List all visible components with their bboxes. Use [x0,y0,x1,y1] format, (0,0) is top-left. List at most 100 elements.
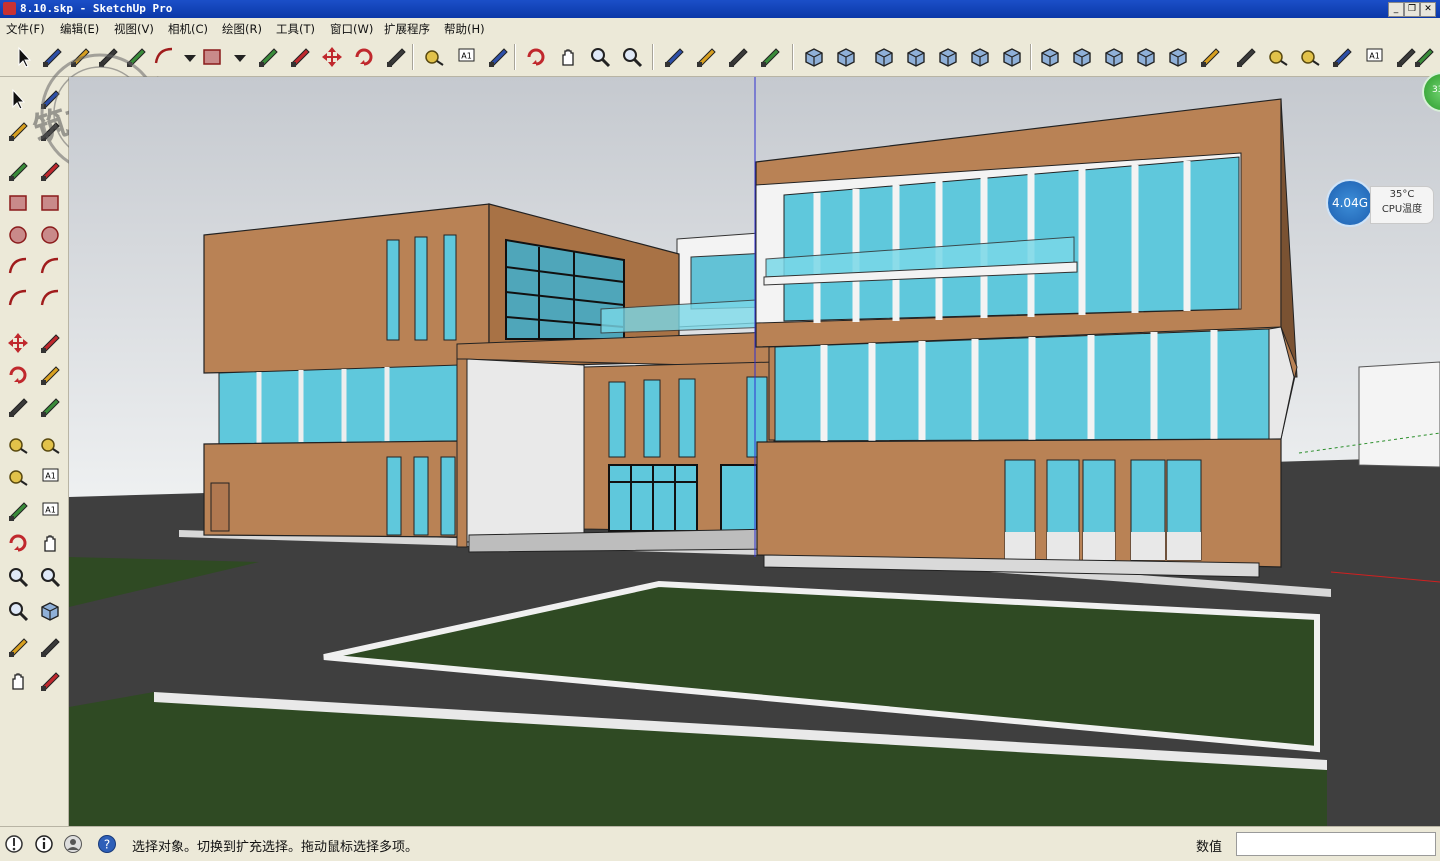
walk-icon[interactable] [4,667,32,695]
tape-measure-icon[interactable] [4,431,32,459]
orbit-icon[interactable] [522,43,550,71]
3d-text-icon[interactable]: A1 [1360,43,1388,71]
layout-icon[interactable] [756,43,784,71]
rectangle-icon[interactable] [198,43,226,71]
dimension-icon[interactable] [1264,43,1292,71]
maximize-button[interactable]: ❐ [1404,2,1420,17]
extension-icon[interactable] [692,43,720,71]
credits-icon[interactable] [34,834,54,854]
front-view-icon[interactable] [870,43,898,71]
menu-edit[interactable]: 编辑(E) [60,21,99,37]
wireframe-icon[interactable] [1036,43,1064,71]
rotate-icon[interactable] [350,43,378,71]
protractor-icon[interactable] [1296,43,1324,71]
sandbox-icon[interactable] [1196,43,1224,71]
arc-icon[interactable] [4,253,32,281]
svg-text:A1: A1 [461,52,472,61]
section-icon[interactable] [1232,43,1260,71]
menu-draw[interactable]: 绘图(R) [222,21,262,37]
zoom-extents-icon[interactable] [4,597,32,625]
previous-view-icon[interactable] [36,597,64,625]
rotated-rectangle-icon[interactable] [36,189,64,217]
iso-view-icon[interactable] [800,43,828,71]
zoom-icon[interactable] [586,43,614,71]
scale-icon[interactable] [382,43,410,71]
offset-icon[interactable] [36,393,64,421]
menu-window[interactable]: 窗口(W) [330,21,373,37]
rotate-icon[interactable] [4,361,32,389]
measurements-label: 数值 [1196,840,1223,855]
menu-camera[interactable]: 相机(C) [168,21,208,37]
system-monitor-widget[interactable]: 4.04G 35°C CPU温度 [1326,179,1436,227]
text-icon[interactable]: A1 [36,463,64,491]
entrance-wall [466,358,585,543]
follow-me-icon[interactable] [36,361,64,389]
pie-icon[interactable] [36,253,64,281]
hidden-line-icon[interactable] [1068,43,1096,71]
toolbar-separator [412,44,414,70]
text-icon[interactable]: A1 [452,43,480,71]
left-view-icon[interactable] [966,43,994,71]
position-camera-icon[interactable] [4,633,32,661]
menu-bar: 文件(F) 编辑(E) 视图(V) 相机(C) 绘图(R) 工具(T) 窗口(W… [0,18,1440,39]
shaded-texture-icon[interactable] [1132,43,1160,71]
menu-extensions[interactable]: 扩展程序 [384,21,430,37]
push-pull-icon[interactable] [36,329,64,357]
pan-icon[interactable] [554,43,582,71]
menu-tools[interactable]: 工具(T) [276,21,315,37]
polygon-icon[interactable] [36,221,64,249]
model-scene[interactable] [69,77,1440,826]
status-bar: ? 选择对象。切换到扩充选择。拖动鼠标选择多项。 数值 [0,826,1440,861]
shaded-icon[interactable] [1100,43,1128,71]
menu-view[interactable]: 视图(V) [114,21,154,37]
section-plane-icon[interactable] [36,667,64,695]
top-view-icon[interactable] [832,43,860,71]
help-icon[interactable]: ? [97,834,117,854]
cpu-temp: 35°C [1389,189,1415,200]
back-view-icon[interactable] [934,43,962,71]
3d-text-icon[interactable]: A1 [36,497,64,525]
move-icon[interactable] [318,43,346,71]
middle-glazing [774,328,1270,442]
rectangle-icon[interactable] [4,189,32,217]
right-view-icon[interactable] [902,43,930,71]
zoom-window-icon[interactable] [36,563,64,591]
geolocation-icon[interactable] [4,834,24,854]
axes-icon[interactable] [1328,43,1356,71]
tool-b-icon[interactable] [1410,43,1438,71]
move-icon[interactable] [4,329,32,357]
protractor-icon[interactable] [4,463,32,491]
close-button[interactable]: ✕ [1420,2,1436,17]
monochrome-icon[interactable] [1164,43,1192,71]
scale-icon[interactable] [4,393,32,421]
2pt-arc-icon[interactable] [36,285,64,313]
user-account-icon[interactable] [63,834,83,854]
push-pull-icon[interactable] [254,43,282,71]
tape-measure-icon[interactable] [420,43,448,71]
main-toolbar: A1 A1 [0,38,1440,77]
ruby-icon[interactable] [724,43,752,71]
warehouse-icon[interactable] [660,43,688,71]
dimension-icon[interactable] [36,431,64,459]
zoom-icon[interactable] [4,563,32,591]
look-around-icon[interactable] [36,633,64,661]
paint-bucket-icon[interactable] [484,43,512,71]
sketchup-app-icon[interactable] [3,2,16,15]
measurements-input[interactable] [1236,832,1436,856]
xray-icon[interactable] [998,43,1026,71]
menu-file[interactable]: 文件(F) [6,21,45,37]
zoom-extents-icon[interactable] [618,43,646,71]
minimize-button[interactable]: _ [1388,2,1404,17]
dropdown-icon[interactable] [226,43,254,71]
axes-icon[interactable] [4,497,32,525]
pan-icon[interactable] [36,529,64,557]
left-glass-band [218,364,460,445]
toolbar-separator [652,44,654,70]
menu-help[interactable]: 帮助(H) [444,21,485,37]
model-viewport[interactable] [69,77,1440,826]
circle-icon[interactable] [4,221,32,249]
orbit-icon[interactable] [4,529,32,557]
follow-me-icon[interactable] [286,43,314,71]
3pt-arc-icon[interactable] [4,285,32,313]
memory-usage: 4.04G [1326,179,1374,227]
